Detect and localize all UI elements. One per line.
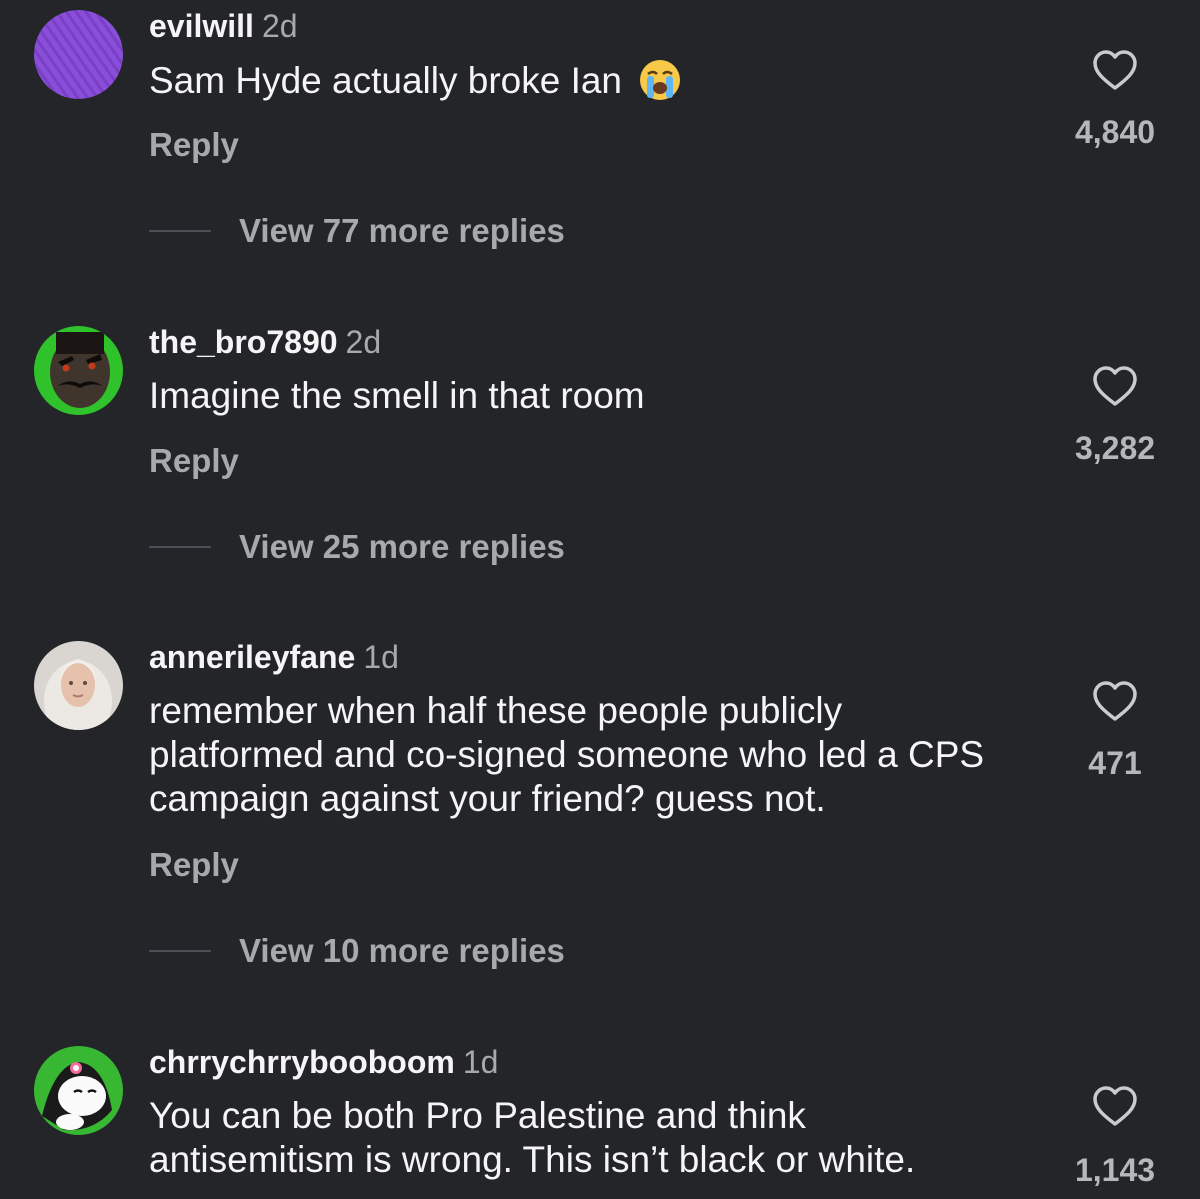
username[interactable]: annerileyfane xyxy=(149,639,355,675)
like-control[interactable]: 1,143 xyxy=(1060,1084,1170,1189)
like-count: 1,143 xyxy=(1074,1152,1156,1188)
avatar-image xyxy=(34,1046,123,1135)
comment-body: remember when half these people publicly… xyxy=(149,690,985,819)
comment-header: annerileyfane 1d xyxy=(149,639,399,675)
timestamp: 2d xyxy=(345,324,382,360)
heart-outline-icon[interactable] xyxy=(1091,48,1139,92)
view-more-replies-button[interactable]: View 77 more replies xyxy=(149,211,565,251)
avatar[interactable] xyxy=(34,1046,123,1135)
avatar-image xyxy=(34,641,123,730)
like-count: 4,840 xyxy=(1074,114,1156,150)
avatar-image xyxy=(34,326,123,415)
avatar[interactable] xyxy=(34,10,123,99)
username[interactable]: chrrychrrybooboom xyxy=(149,1044,455,1080)
loudly-crying-face-icon xyxy=(640,60,681,100)
like-count: 3,282 xyxy=(1074,430,1156,466)
view-more-replies-button[interactable]: View 25 more replies xyxy=(149,527,565,567)
comment-body: You can be both Pro Palestine and think … xyxy=(149,1095,916,1180)
heart-outline-icon[interactable] xyxy=(1091,1084,1139,1128)
divider xyxy=(149,546,211,548)
comment-text: remember when half these people publicly… xyxy=(149,689,999,821)
divider xyxy=(149,230,211,232)
view-more-replies-label: View 25 more replies xyxy=(239,528,565,565)
reply-button[interactable]: Reply xyxy=(149,442,239,480)
view-more-replies-button[interactable]: View 10 more replies xyxy=(149,931,565,971)
comment-body: Imagine the smell in that room xyxy=(149,375,645,416)
heart-outline-icon[interactable] xyxy=(1091,679,1139,723)
comment-text: Imagine the smell in that room xyxy=(149,374,1029,418)
like-count: 471 xyxy=(1088,745,1142,781)
reply-button[interactable]: Reply xyxy=(149,846,239,884)
like-control[interactable]: 3,282 xyxy=(1060,364,1170,467)
comment-body: Sam Hyde actually broke Ian xyxy=(149,60,623,101)
avatar[interactable] xyxy=(34,641,123,730)
reply-button[interactable]: Reply xyxy=(149,126,239,164)
comment-text: Sam Hyde actually broke Ian xyxy=(149,58,1029,103)
view-more-replies-label: View 10 more replies xyxy=(239,932,565,969)
divider xyxy=(149,950,211,952)
like-control[interactable]: 471 xyxy=(1060,679,1170,782)
timestamp: 1d xyxy=(363,639,399,675)
view-more-replies-label: View 77 more replies xyxy=(239,212,565,249)
avatar-image xyxy=(34,10,123,99)
username[interactable]: evilwill xyxy=(149,8,254,44)
avatar[interactable] xyxy=(34,326,123,415)
timestamp: 1d xyxy=(462,1044,499,1080)
comment-header: evilwill 2d xyxy=(149,8,298,44)
comment-header: the_bro7890 2d xyxy=(149,324,381,360)
comment-text: You can be both Pro Palestine and think … xyxy=(149,1094,1019,1182)
comment-header: chrrychrrybooboom 1d xyxy=(149,1044,498,1080)
heart-outline-icon[interactable] xyxy=(1091,364,1139,408)
timestamp: 2d xyxy=(261,8,298,44)
username[interactable]: the_bro7890 xyxy=(149,324,338,360)
like-control[interactable]: 4,840 xyxy=(1060,48,1170,151)
